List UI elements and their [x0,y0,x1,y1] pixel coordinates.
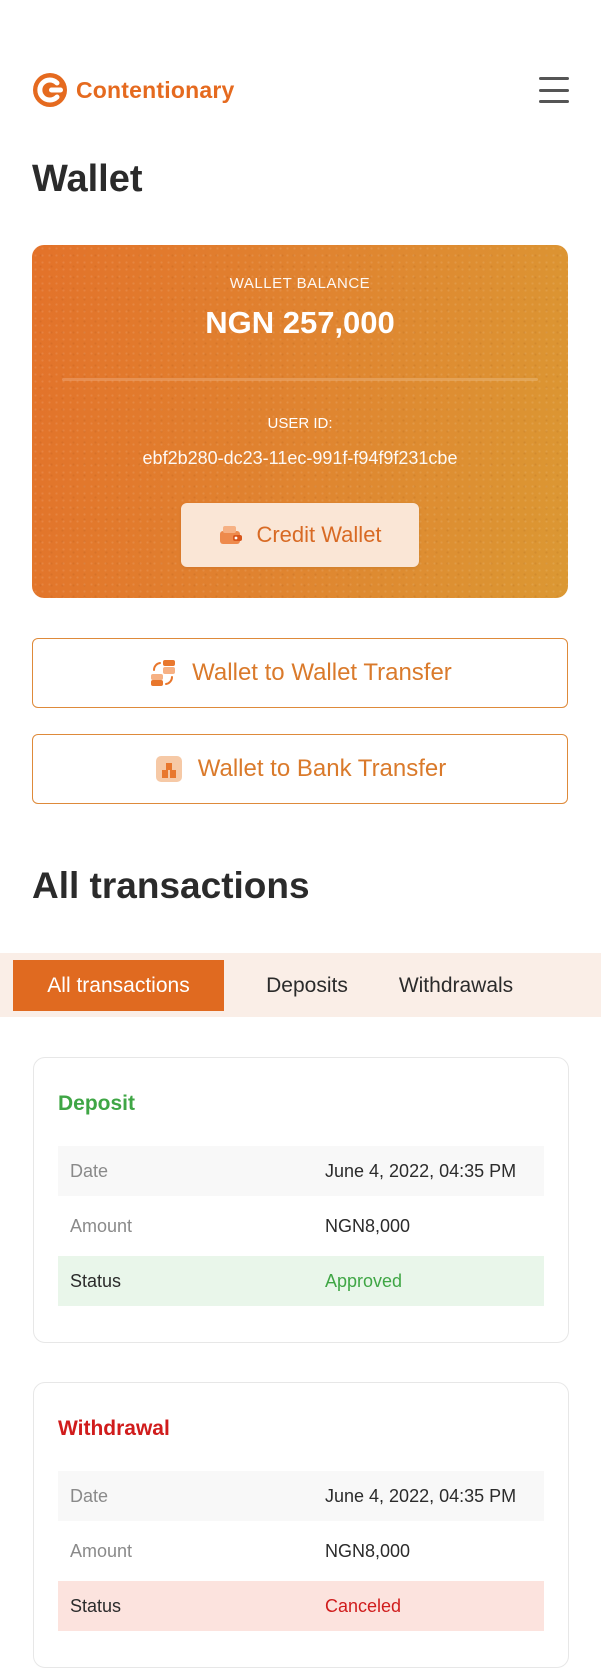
transaction-status-row: Status Canceled [58,1581,544,1631]
status-label: Status [70,1270,122,1291]
page-title: Wallet [32,158,143,200]
wallet-balance-label: WALLET BALANCE [229,275,371,292]
transaction-status-row: Status Approved [58,1256,544,1306]
transaction-card: Withdrawal Date June 4, 2022, 04:35 PM A… [33,1382,569,1668]
tab-deposits[interactable]: Deposits [248,960,366,1011]
date-value: June 4, 2022, 04:35 PM [325,1485,517,1506]
date-label: Date [70,1160,109,1181]
wallet-balance-card: WALLET BALANCE NGN 257,000 USER ID: ebf2… [32,245,568,598]
transaction-amount-row: Amount NGN8,000 [58,1526,544,1576]
transaction-type: Deposit [58,1092,136,1115]
wallet-to-wallet-label: Wallet to Wallet Transfer [192,659,452,686]
transfer-arrows-icon [151,660,176,686]
contentionary-logo-icon [33,73,67,107]
transaction-amount-row: Amount NGN8,000 [58,1201,544,1251]
tab-withdrawals[interactable]: Withdrawals [384,960,528,1011]
wallet-to-bank-transfer-button[interactable]: Wallet to Bank Transfer [32,734,568,804]
amount-label: Amount [70,1540,133,1561]
wallet-to-wallet-transfer-button[interactable]: Wallet to Wallet Transfer [32,638,568,708]
transaction-date-row: Date June 4, 2022, 04:35 PM [58,1146,544,1196]
transaction-date-row: Date June 4, 2022, 04:35 PM [58,1471,544,1521]
wallet-balance-amount: NGN 257,000 [205,305,395,340]
status-label: Status [70,1595,122,1616]
transaction-tabs: All transactions Deposits Withdrawals [0,953,601,1017]
status-badge: Approved [325,1270,403,1291]
card-divider [62,378,538,381]
wallet-icon [220,526,243,544]
user-id-value: ebf2b280-dc23-11ec-991f-f94f9f231cbe [142,448,458,468]
amount-label: Amount [70,1215,133,1236]
transactions-section-title: All transactions [32,865,310,906]
date-value: June 4, 2022, 04:35 PM [325,1160,517,1181]
credit-wallet-label: Credit Wallet [256,522,382,547]
app-header: Contentionary [32,70,569,110]
brand-name: Contentionary [76,76,235,103]
wallet-to-bank-label: Wallet to Bank Transfer [197,755,447,782]
transaction-type: Withdrawal [58,1417,170,1440]
hamburger-menu-icon[interactable] [539,77,569,103]
bank-icon [155,756,182,782]
user-id-label: USER ID: [267,415,333,432]
transaction-card: Deposit Date June 4, 2022, 04:35 PM Amou… [33,1057,569,1343]
date-label: Date [70,1485,109,1506]
status-badge: Canceled [325,1595,402,1616]
tab-all-transactions[interactable]: All transactions [13,960,224,1011]
amount-value: NGN8,000 [325,1540,411,1561]
amount-value: NGN8,000 [325,1215,411,1236]
brand-logo[interactable]: Contentionary [32,72,235,108]
credit-wallet-button[interactable]: Credit Wallet [181,503,419,567]
